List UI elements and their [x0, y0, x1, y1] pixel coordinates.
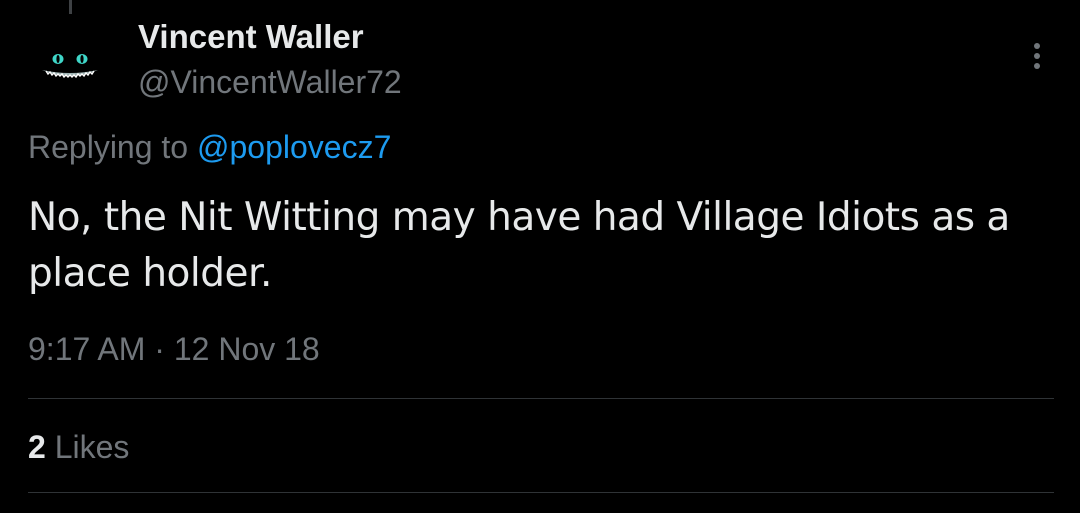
- likes-count: 2: [28, 429, 46, 465]
- divider: [28, 492, 1054, 493]
- tweet-timestamp[interactable]: 9:17 AM · 12 Nov 18: [28, 331, 320, 368]
- more-vertical-icon: [1034, 63, 1040, 69]
- meta-separator: ·: [154, 331, 165, 367]
- tweet-date: 12 Nov 18: [173, 331, 320, 367]
- more-options-button[interactable]: [1022, 36, 1052, 76]
- thread-connector-line: [69, 0, 72, 14]
- more-vertical-icon: [1034, 43, 1040, 49]
- replying-to-label: Replying to: [28, 129, 189, 165]
- likes-stat[interactable]: 2 Likes: [28, 429, 129, 466]
- tweet-text: No, the Nit Witting may have had Village…: [28, 195, 1010, 296]
- divider: [28, 398, 1054, 399]
- reply-handle-link[interactable]: @poplovecz7: [197, 129, 391, 165]
- likes-label: Likes: [54, 429, 130, 465]
- cheshire-cat-avatar-icon: [28, 24, 112, 108]
- author-handle[interactable]: @VincentWaller72: [138, 64, 402, 101]
- replying-to: Replying to @poplovecz7: [28, 129, 391, 166]
- tweet-time: 9:17 AM: [28, 331, 146, 367]
- more-vertical-icon: [1034, 53, 1040, 59]
- author-name[interactable]: Vincent Waller: [138, 18, 364, 56]
- avatar[interactable]: [28, 24, 112, 108]
